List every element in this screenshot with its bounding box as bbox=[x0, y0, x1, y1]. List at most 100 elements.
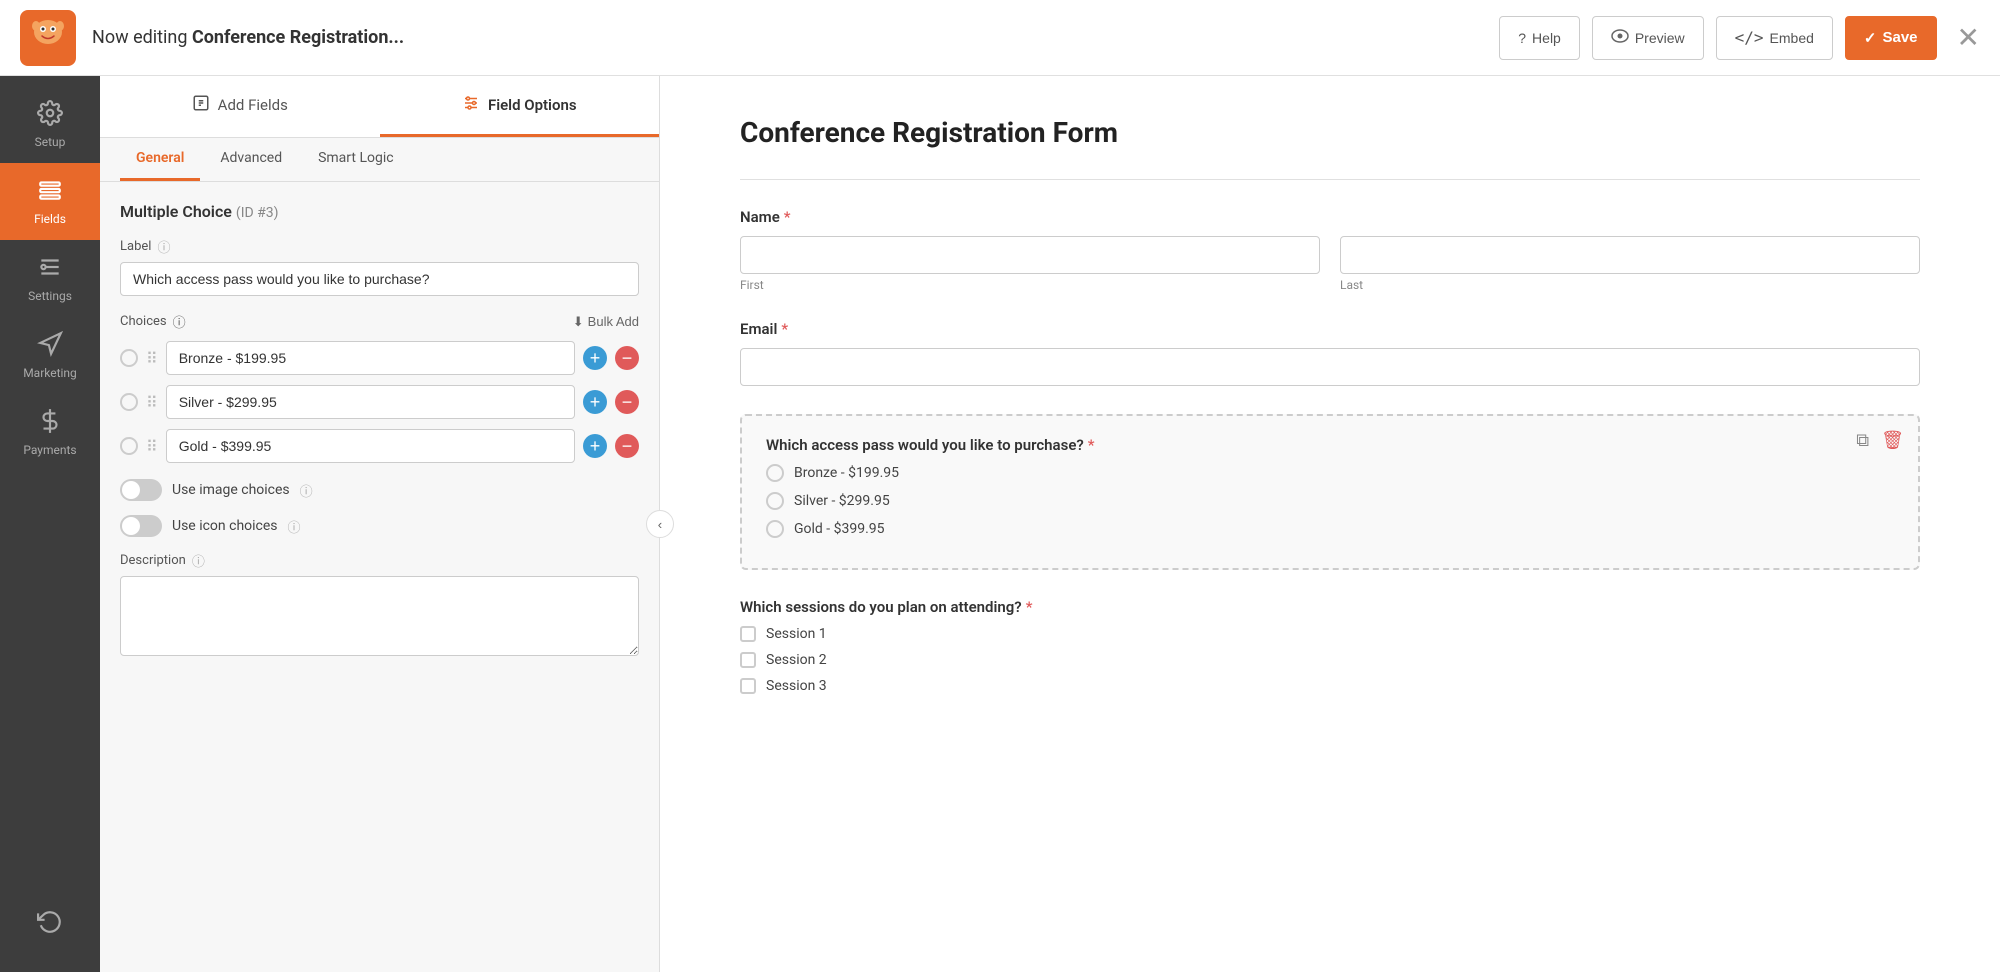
preview-sessions-label: Which sessions do you plan on attending?… bbox=[740, 598, 1920, 616]
icon-choices-help-icon[interactable]: ⓘ bbox=[288, 517, 301, 536]
choice-input-1[interactable] bbox=[166, 341, 575, 375]
choices-help-icon[interactable]: ⓘ bbox=[173, 312, 186, 331]
checkbox-s1[interactable] bbox=[740, 626, 756, 642]
image-choices-toggle[interactable] bbox=[120, 479, 162, 501]
choices-header: Choices ⓘ ⬇ Bulk Add bbox=[120, 312, 639, 331]
sidebar-item-setup[interactable]: Setup bbox=[0, 86, 100, 163]
drag-handle-3[interactable]: ⠿ bbox=[146, 437, 158, 456]
choice-add-1[interactable]: + bbox=[583, 346, 607, 370]
checkbox-session-1[interactable]: Session 1 bbox=[740, 626, 1920, 642]
image-choices-help-icon[interactable]: ⓘ bbox=[300, 481, 313, 500]
choice-add-3[interactable]: + bbox=[583, 434, 607, 458]
checkbox-session-2[interactable]: Session 2 bbox=[740, 652, 1920, 668]
preview-access-pass-field[interactable]: ⧉ 🗑 Which access pass would you like to … bbox=[740, 414, 1920, 570]
name-row: First Last bbox=[740, 236, 1920, 292]
checkbox-s2[interactable] bbox=[740, 652, 756, 668]
sidebar-fields-label: Fields bbox=[34, 212, 66, 226]
icon-choices-toggle[interactable] bbox=[120, 515, 162, 537]
settings-icon bbox=[37, 254, 63, 283]
drag-handle-2[interactable]: ⠿ bbox=[146, 393, 158, 412]
choice-remove-1[interactable]: − bbox=[615, 346, 639, 370]
choice-remove-3[interactable]: − bbox=[615, 434, 639, 458]
embed-button[interactable]: </> Embed bbox=[1716, 16, 1833, 60]
choice-input-2[interactable] bbox=[166, 385, 575, 419]
field-options-icon bbox=[462, 94, 480, 116]
radio-gold[interactable] bbox=[766, 520, 784, 538]
checkbox-session-3[interactable]: Session 3 bbox=[740, 678, 1920, 694]
preview-icon bbox=[1611, 29, 1629, 46]
sidebar-item-fields[interactable]: Fields bbox=[0, 163, 100, 240]
sidebar-item-payments[interactable]: Payments bbox=[0, 394, 100, 471]
radio-option-bronze[interactable]: Bronze - $199.95 bbox=[766, 464, 1894, 482]
subtab-smart-logic[interactable]: Smart Logic bbox=[302, 138, 409, 181]
name-first-col: First bbox=[740, 236, 1320, 292]
panel-tabs: Add Fields Field Options bbox=[100, 76, 659, 138]
sidebar-item-settings[interactable]: Settings bbox=[0, 240, 100, 317]
sidebar-item-marketing[interactable]: Marketing bbox=[0, 317, 100, 394]
name-last-sublabel: Last bbox=[1340, 278, 1920, 292]
name-last-input[interactable] bbox=[1340, 236, 1920, 274]
bulk-add-button[interactable]: ⬇ Bulk Add bbox=[573, 314, 639, 330]
logo bbox=[20, 10, 76, 66]
choices-label: Choices ⓘ bbox=[120, 312, 186, 331]
sidebar-item-history[interactable] bbox=[37, 895, 63, 952]
close-button[interactable]: ✕ bbox=[1957, 21, 1980, 54]
subtab-advanced[interactable]: Advanced bbox=[204, 138, 298, 181]
radio-bronze[interactable] bbox=[766, 464, 784, 482]
editing-label: Now editing Conference Registration... bbox=[92, 27, 404, 48]
description-label: Description ⓘ bbox=[120, 551, 639, 570]
tab-add-fields[interactable]: Add Fields bbox=[100, 76, 380, 137]
tab-field-options[interactable]: Field Options bbox=[380, 76, 660, 137]
middle-panel: Add Fields Field Options General Advance… bbox=[100, 76, 660, 972]
choice-radio-3[interactable] bbox=[120, 437, 138, 455]
description-group: Description ⓘ bbox=[120, 551, 639, 660]
history-icon bbox=[37, 909, 63, 938]
subtab-general[interactable]: General bbox=[120, 138, 200, 181]
icon-choices-toggle-row: Use icon choices ⓘ bbox=[120, 515, 639, 537]
preview-access-label: Which access pass would you like to purc… bbox=[766, 436, 1894, 454]
choice-input-3[interactable] bbox=[166, 429, 575, 463]
choice-radio-1[interactable] bbox=[120, 349, 138, 367]
preview-button[interactable]: Preview bbox=[1592, 16, 1704, 60]
field-copy-button[interactable]: ⧉ bbox=[1854, 428, 1871, 453]
sidebar-payments-label: Payments bbox=[23, 443, 76, 457]
image-choices-label: Use image choices bbox=[172, 482, 290, 498]
session-3-label: Session 3 bbox=[766, 678, 827, 694]
radio-option-gold[interactable]: Gold - $399.95 bbox=[766, 520, 1894, 538]
collapse-panel-button[interactable]: ‹ bbox=[646, 510, 674, 538]
panel-content: Multiple Choice (ID #3) Label ⓘ Choices bbox=[100, 182, 659, 972]
label-help-icon[interactable]: ⓘ bbox=[157, 237, 170, 256]
form-preview: Conference Registration Form Name* First… bbox=[660, 76, 2000, 972]
radio-gold-label: Gold - $399.95 bbox=[794, 521, 885, 537]
preview-name-label: Name* bbox=[740, 208, 1920, 226]
field-delete-button[interactable]: 🗑 bbox=[1879, 428, 1906, 453]
choice-row-3: ⠿ + − bbox=[120, 429, 639, 463]
description-textarea[interactable] bbox=[120, 576, 639, 656]
choice-remove-2[interactable]: − bbox=[615, 390, 639, 414]
gear-icon bbox=[37, 100, 63, 129]
radio-bronze-label: Bronze - $199.95 bbox=[794, 465, 899, 481]
session-2-label: Session 2 bbox=[766, 652, 827, 668]
sidebar-marketing-label: Marketing bbox=[23, 366, 77, 380]
drag-handle-1[interactable]: ⠿ bbox=[146, 349, 158, 368]
sidebar-setup-label: Setup bbox=[35, 135, 66, 149]
checkbox-s3[interactable] bbox=[740, 678, 756, 694]
icon-choices-label: Use icon choices bbox=[172, 518, 278, 534]
radio-option-silver[interactable]: Silver - $299.95 bbox=[766, 492, 1894, 510]
radio-silver[interactable] bbox=[766, 492, 784, 510]
form-title: Conference Registration Form bbox=[740, 116, 1920, 149]
field-title: Multiple Choice (ID #3) bbox=[120, 202, 639, 221]
label-label: Label ⓘ bbox=[120, 237, 639, 256]
marketing-icon bbox=[37, 331, 63, 360]
description-help-icon[interactable]: ⓘ bbox=[192, 551, 205, 570]
sidebar-settings-label: Settings bbox=[28, 289, 72, 303]
email-input[interactable] bbox=[740, 348, 1920, 386]
name-first-input[interactable] bbox=[740, 236, 1320, 274]
choice-radio-2[interactable] bbox=[120, 393, 138, 411]
preview-email-field: Email* bbox=[740, 320, 1920, 386]
save-button[interactable]: ✓ Save bbox=[1845, 16, 1937, 60]
choice-add-2[interactable]: + bbox=[583, 390, 607, 414]
label-input[interactable] bbox=[120, 262, 639, 296]
help-button[interactable]: ? Help bbox=[1499, 16, 1580, 60]
copy-icon: ⧉ bbox=[1856, 430, 1869, 450]
